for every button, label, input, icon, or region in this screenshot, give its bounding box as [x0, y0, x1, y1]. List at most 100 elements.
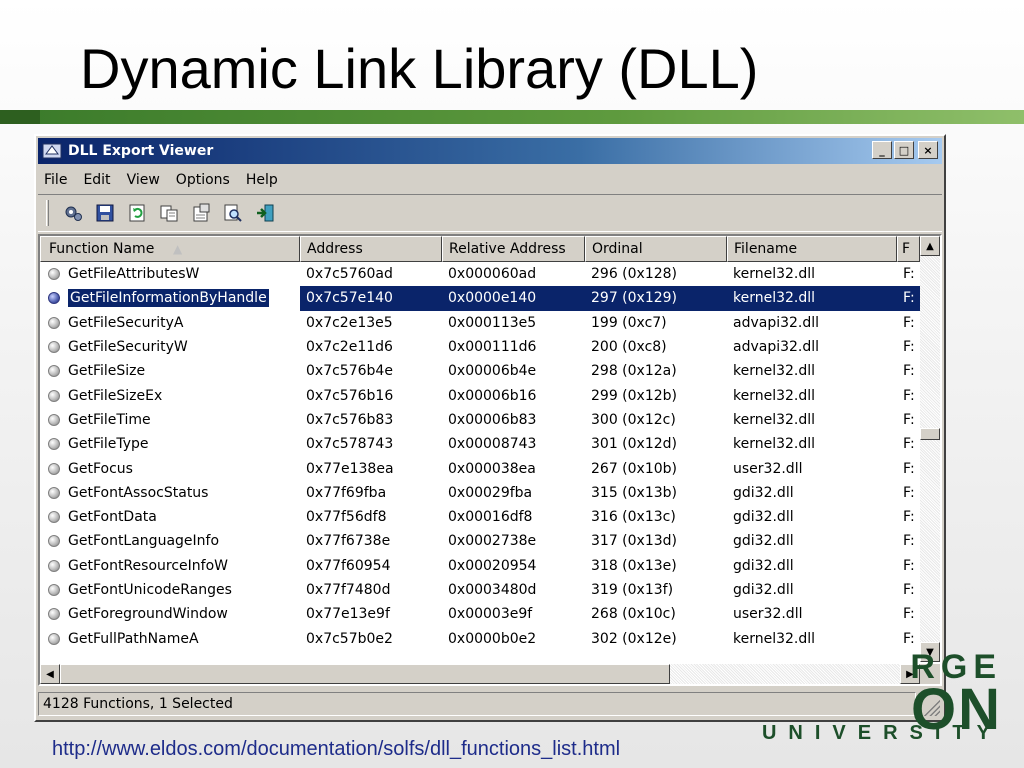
menu-file[interactable]: File: [44, 172, 67, 188]
cell-filename: gdi32.dll: [733, 533, 794, 550]
list-header: Function Name ▲ Address Relative Address…: [40, 236, 920, 262]
table-row[interactable]: GetFontLanguageInfo 0x77f6738e 0x0002738e 3…: [40, 529, 920, 553]
table-row[interactable]: GetFileSize 0x7c576b4e 0x00006b4e 298 (0x12…: [40, 359, 920, 383]
find-icon[interactable]: [221, 201, 245, 225]
cell-filename: kernel32.dll: [727, 286, 897, 311]
cell-function-name: GetFileSecurityA: [40, 311, 300, 335]
cell-function-name: GetFocus: [40, 456, 300, 480]
cell-function-name: GetFileInformationByHandle: [40, 286, 300, 310]
title-divider: [0, 110, 1024, 124]
cell-ordinal: 297 (0x129): [585, 286, 727, 311]
cell-function-name: GetFontUnicodeRanges: [40, 578, 300, 602]
cell-ordinal: 199 (0xc7): [591, 314, 667, 331]
cell-filename: kernel32.dll: [733, 387, 816, 404]
menu-edit[interactable]: Edit: [83, 172, 110, 188]
cell-ordinal: 300 (0x12c): [591, 411, 676, 428]
cell-address: 0x7c2e11d6: [306, 339, 393, 356]
column-header-relative-address[interactable]: Relative Address: [442, 236, 585, 262]
cell-filename: advapi32.dll: [733, 339, 820, 356]
table-row[interactable]: GetFileType 0x7c578743 0x00008743 301 (0x12…: [40, 432, 920, 456]
toolbar-grip[interactable]: [46, 200, 49, 226]
cell-relative-address: 0x0000b0e2: [448, 630, 537, 647]
cell-ordinal: 298 (0x12a): [591, 363, 677, 380]
minimize-button[interactable]: _: [872, 141, 892, 159]
table-row[interactable]: GetFileTime 0x7c576b83 0x00006b83 300 (0x12…: [40, 408, 920, 432]
cell-filename: kernel32.dll: [733, 266, 816, 283]
table-row[interactable]: GetFileAttributesW 0x7c5760ad 0x000060ad 29…: [40, 262, 920, 286]
properties-gear-icon[interactable]: [61, 201, 85, 225]
scroll-left-icon[interactable]: ◀: [40, 664, 60, 684]
function-bullet-icon: [48, 389, 60, 402]
table-row[interactable]: GetFontAssocStatus 0x77f69fba 0x00029fba 31…: [40, 481, 920, 505]
footer-link[interactable]: http://www.eldos.com/documentation/solfs…: [52, 738, 620, 761]
column-header-ordinal[interactable]: Ordinal: [585, 236, 727, 262]
table-row[interactable]: GetFileSecurityA 0x7c2e13e5 0x000113e5 199 …: [40, 311, 920, 335]
cell-filename: gdi32.dll: [733, 557, 794, 574]
function-bullet-icon: [48, 341, 60, 354]
cell-filename: gdi32.dll: [733, 509, 794, 526]
cell-filename: gdi32.dll: [733, 582, 794, 598]
cell-relative-address: 0x00020954: [448, 557, 537, 574]
table-row[interactable]: GetFileSizeEx 0x7c576b16 0x00006b16 299 (0x…: [40, 383, 920, 407]
column-header-address[interactable]: Address: [300, 236, 442, 262]
cell-ordinal: 319 (0x13f): [591, 582, 674, 598]
menu-view[interactable]: View: [127, 172, 160, 188]
cell-address: 0x77e138ea: [306, 460, 394, 477]
exit-icon[interactable]: [253, 201, 277, 225]
cell-function-name: GetFontData: [40, 505, 300, 529]
column-header-full-path[interactable]: F: [897, 236, 920, 262]
cell-filename: user32.dll: [733, 460, 803, 477]
cell-function-name: GetFontAssocStatus: [40, 481, 300, 505]
function-bullet-icon: [48, 292, 60, 305]
cell-full-path: F:: [903, 606, 915, 623]
cell-relative-address: 0x000060ad: [448, 266, 537, 283]
cell-full-path: F:: [897, 286, 920, 311]
window-titlebar[interactable]: DLL Export Viewer _ □ ×: [38, 138, 942, 164]
cell-full-path: F:: [903, 509, 915, 526]
cell-filename: kernel32.dll: [733, 363, 816, 380]
cell-ordinal: 299 (0x12b): [591, 387, 677, 404]
cell-full-path: F:: [903, 557, 915, 574]
cell-filename: kernel32.dll: [733, 411, 816, 428]
copy-icon[interactable]: [157, 201, 181, 225]
vertical-scrollbar[interactable]: ▲ ▼: [920, 236, 940, 662]
maximize-button[interactable]: □: [894, 141, 914, 159]
cell-full-path: F:: [903, 533, 915, 550]
function-bullet-icon: [48, 535, 60, 548]
close-button[interactable]: ×: [918, 141, 938, 159]
function-bullet-icon: [48, 268, 60, 281]
column-header-filename[interactable]: Filename: [727, 236, 897, 262]
menu-options[interactable]: Options: [176, 172, 230, 188]
table-row[interactable]: GetFontUnicodeRanges 0x77f7480d 0x0003480d…: [40, 578, 920, 602]
cell-ordinal: 317 (0x13d): [591, 533, 677, 550]
table-row[interactable]: GetForegroundWindow 0x77e13e9f 0x00003e9f 2…: [40, 602, 920, 626]
column-header-function-name[interactable]: Function Name ▲: [40, 236, 300, 262]
cell-relative-address: 0x00003e9f: [448, 606, 533, 623]
table-row[interactable]: GetFileInformationByHandle 0x7c57e140 0x00…: [40, 286, 920, 311]
cell-address: 0x77f56df8: [306, 509, 387, 526]
table-row[interactable]: GetFontResourceInfoW 0x77f60954 0x00020954…: [40, 554, 920, 578]
table-row[interactable]: GetFocus 0x77e138ea 0x000038ea 267 (0x10b) u…: [40, 456, 920, 480]
menu-help[interactable]: Help: [246, 172, 278, 188]
cell-ordinal: 267 (0x10b): [591, 460, 677, 477]
vertical-scroll-thumb[interactable]: [920, 428, 940, 440]
scroll-up-icon[interactable]: ▲: [920, 236, 940, 256]
cell-relative-address: 0x000113e5: [448, 314, 537, 331]
table-row[interactable]: GetFontData 0x77f56df8 0x00016df8 316 (0x13…: [40, 505, 920, 529]
cell-filename: user32.dll: [733, 606, 803, 623]
cell-ordinal: 318 (0x13e): [591, 557, 677, 574]
cell-address: 0x7c57e140: [300, 286, 442, 311]
cell-address: 0x77e13e9f: [306, 606, 390, 623]
cell-filename: gdi32.dll: [733, 484, 794, 501]
function-list[interactable]: Function Name ▲ Address Relative Address…: [38, 234, 942, 686]
cell-full-path: F:: [903, 339, 915, 356]
refresh-icon[interactable]: [125, 201, 149, 225]
html-report-icon[interactable]: [189, 201, 213, 225]
table-row[interactable]: GetFileSecurityW 0x7c2e11d6 0x000111d6 200 …: [40, 335, 920, 359]
horizontal-scroll-thumb[interactable]: [60, 664, 670, 684]
function-bullet-icon: [48, 316, 60, 329]
cell-address: 0x77f6738e: [306, 533, 391, 550]
cell-ordinal: 315 (0x13b): [591, 484, 677, 501]
cell-function-name: GetFullPathNameA: [40, 626, 300, 650]
save-icon[interactable]: [93, 201, 117, 225]
